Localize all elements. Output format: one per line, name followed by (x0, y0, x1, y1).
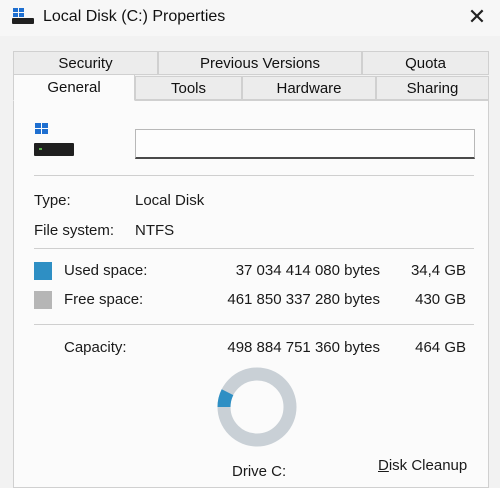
tab-tools[interactable]: Tools (135, 76, 242, 100)
window-title: Local Disk (C:) Properties (43, 8, 226, 25)
tab-strip: Security Previous Versions Quota General… (13, 51, 489, 101)
file-system-value: NTFS (135, 222, 175, 239)
capacity-short: 464 GB (415, 339, 466, 356)
usage-donut-chart (217, 367, 297, 447)
free-space-short: 430 GB (415, 291, 466, 308)
tab-general[interactable]: General (13, 74, 135, 101)
donut-free-segment (217, 367, 297, 447)
title-bar: Local Disk (C:) Properties ✕ (0, 0, 500, 36)
free-space-label: Free space: (64, 291, 144, 308)
free-space-bytes: 461 850 337 280 bytes (227, 291, 380, 308)
file-system-label: File system: (34, 222, 115, 239)
free-space-swatch (34, 291, 52, 309)
type-value: Local Disk (135, 192, 205, 209)
close-button[interactable]: ✕ (454, 0, 500, 34)
capacity-label: Capacity: (64, 339, 127, 356)
tab-previous-versions[interactable]: Previous Versions (158, 51, 362, 75)
divider (34, 248, 474, 249)
used-space-bytes: 37 034 414 080 bytes (235, 262, 380, 279)
disk-cleanup-accesskey: D (378, 457, 389, 474)
disk-cleanup-label: isk Cleanup (388, 457, 468, 474)
close-icon: ✕ (467, 4, 487, 29)
windows-drive-icon (34, 123, 74, 156)
tab-security[interactable]: Security (13, 51, 158, 75)
capacity-bytes: 498 884 751 360 bytes (227, 339, 380, 356)
disk-cleanup-button[interactable]: Disk Cleanup (378, 457, 467, 474)
used-space-swatch (34, 262, 52, 280)
tab-hardware[interactable]: Hardware (242, 76, 376, 100)
tab-sharing[interactable]: Sharing (376, 76, 489, 100)
used-space-label: Used space: (64, 262, 148, 279)
drive-name-input[interactable] (135, 129, 475, 159)
type-label: Type: (34, 192, 71, 209)
tab-quota[interactable]: Quota (362, 51, 489, 75)
divider (34, 324, 474, 325)
general-panel: Type: Local Disk File system: NTFS Used … (13, 100, 489, 488)
divider (34, 175, 474, 176)
used-space-short: 34,4 GB (410, 262, 466, 279)
drive-icon (12, 8, 34, 24)
drive-label: Drive C: (232, 463, 287, 480)
